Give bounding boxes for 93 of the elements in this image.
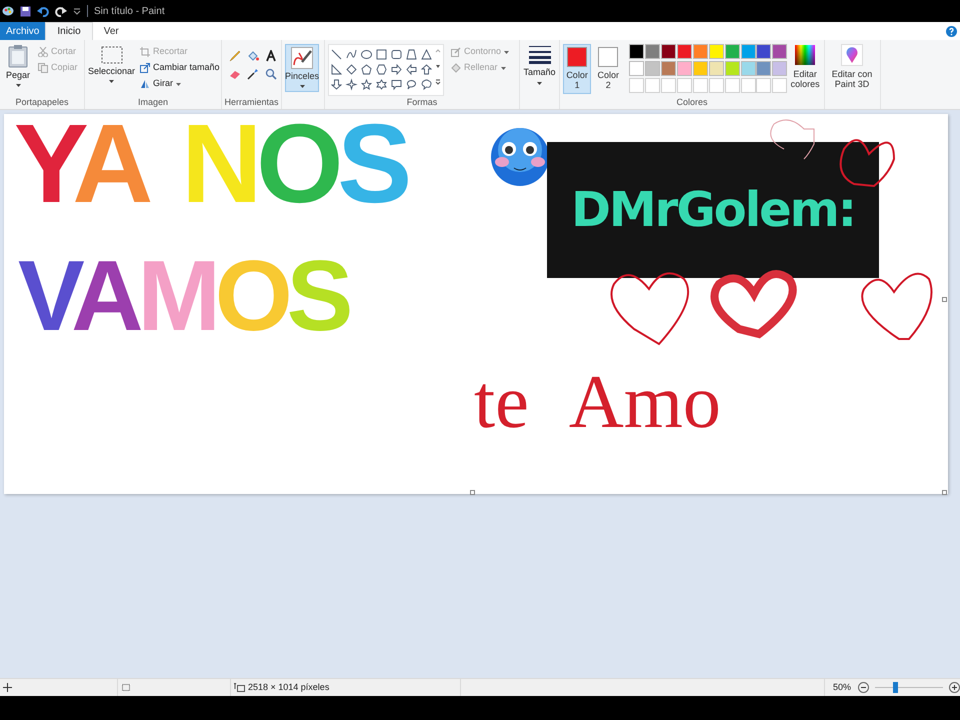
selection-rectangle-icon xyxy=(100,46,123,64)
painted-word: NOS xyxy=(181,114,406,220)
paint-drop-icon xyxy=(841,44,863,66)
zoom-out-icon[interactable] xyxy=(858,682,869,693)
painted-word: YA xyxy=(14,114,148,220)
group-label: Herramientas xyxy=(223,96,280,109)
resize-handle[interactable] xyxy=(470,490,475,495)
rotate-button[interactable]: Girar xyxy=(138,76,222,92)
resize-handle[interactable] xyxy=(942,490,947,495)
zoom-level: 50% xyxy=(833,680,852,694)
shapes-gallery[interactable] xyxy=(328,44,444,96)
canvas-size-icon xyxy=(234,683,245,692)
color-spectrum-icon xyxy=(794,44,816,66)
brushes-button[interactable]: Pinceles xyxy=(285,44,319,92)
resize-icon xyxy=(140,63,150,73)
palette-color[interactable] xyxy=(740,61,756,76)
caret-icon xyxy=(504,50,510,54)
paste-button[interactable]: Pegar xyxy=(3,44,33,86)
caret-icon xyxy=(109,80,114,82)
palette-color[interactable] xyxy=(756,61,772,76)
palette-color[interactable] xyxy=(629,44,644,59)
palette-color[interactable] xyxy=(756,44,772,59)
caret-icon xyxy=(16,84,20,86)
select-button[interactable]: Seleccionar xyxy=(88,44,136,82)
palette-color[interactable] xyxy=(692,61,708,76)
rotate-icon xyxy=(140,79,150,89)
palette-color[interactable] xyxy=(661,44,676,59)
zoom-in-icon[interactable] xyxy=(949,682,960,693)
canvas-dimensions: 2518 × 1014 píxeles xyxy=(248,680,330,694)
caret-icon xyxy=(537,82,542,84)
outline-pen-icon xyxy=(451,47,461,57)
edit-colors-button[interactable]: Editar colores xyxy=(789,44,822,89)
eyedropper-icon[interactable] xyxy=(247,68,259,80)
ribbon-tab[interactable]: Inicio xyxy=(45,22,93,40)
group-label: Portapapeles xyxy=(14,96,70,109)
brush-icon xyxy=(291,47,313,69)
palette-color[interactable] xyxy=(724,44,740,59)
group-label: Formas xyxy=(406,96,438,109)
paint-palette-icon[interactable] xyxy=(2,5,14,17)
palette-color[interactable] xyxy=(676,61,692,76)
clipboard-icon xyxy=(8,44,28,68)
size-button[interactable]: Tamaño xyxy=(523,44,556,84)
painted-word: VAMOS xyxy=(18,246,348,346)
redo-icon[interactable] xyxy=(55,6,67,16)
text-tool-icon[interactable] xyxy=(265,50,277,62)
window-title: Sin título - Paint xyxy=(94,4,165,18)
painted-word: te xyxy=(474,364,529,440)
banner-text: DMrGolem: xyxy=(571,181,855,240)
palette-color[interactable] xyxy=(661,61,676,76)
cursor-position-icon xyxy=(3,683,12,692)
palette-color[interactable] xyxy=(645,44,660,59)
group-label: Imagen xyxy=(136,96,170,109)
blushing-smiley-drawing xyxy=(490,126,550,188)
caret-icon xyxy=(176,82,182,86)
palette-color[interactable] xyxy=(676,44,692,59)
palette-color[interactable] xyxy=(708,44,724,59)
fill-bucket-icon xyxy=(451,63,461,73)
resize-button[interactable]: Cambiar tamaño xyxy=(138,60,222,76)
caret-icon xyxy=(300,84,304,88)
color-slot-button[interactable]: Color 1 xyxy=(563,44,592,94)
file-menu-tab[interactable]: Archivo xyxy=(0,22,46,40)
palette-color[interactable] xyxy=(772,44,788,59)
pencil-icon[interactable] xyxy=(229,50,241,62)
painted-word: Amo xyxy=(568,364,721,440)
drawing-canvas[interactable]: YA NOS VAMOS DMrGolem: te Amo xyxy=(4,114,948,494)
palette-color[interactable] xyxy=(708,61,724,76)
group-label: Colores xyxy=(675,96,708,109)
magnifier-icon[interactable] xyxy=(265,68,277,80)
ribbon-tab[interactable]: Ver xyxy=(92,22,130,40)
resize-handle[interactable] xyxy=(942,297,947,302)
save-icon[interactable] xyxy=(20,6,31,16)
scissors-icon xyxy=(38,47,48,57)
color-slot-button[interactable]: Color 2 xyxy=(594,44,622,94)
gallery-scroll-icon[interactable] xyxy=(435,47,441,87)
palette-color[interactable] xyxy=(629,61,644,76)
copy-icon xyxy=(38,63,48,73)
line-width-icon xyxy=(528,44,552,64)
zoom-slider[interactable] xyxy=(874,682,943,693)
crop-icon xyxy=(140,47,150,57)
help-icon[interactable] xyxy=(946,26,957,37)
selection-size-icon xyxy=(121,683,131,692)
palette-color[interactable] xyxy=(724,61,740,76)
slider-thumb[interactable] xyxy=(893,682,898,693)
eraser-icon[interactable] xyxy=(229,68,241,80)
palette-color[interactable] xyxy=(772,61,788,76)
palette-color[interactable] xyxy=(740,44,756,59)
palette-color[interactable] xyxy=(692,44,708,59)
paint-bucket-icon[interactable] xyxy=(247,50,259,62)
paint-3d-button[interactable]: Editar con Paint 3D xyxy=(828,44,876,89)
customize-caret-icon[interactable] xyxy=(73,7,81,15)
palette-color[interactable] xyxy=(645,61,660,76)
caret-icon xyxy=(500,66,506,70)
undo-icon[interactable] xyxy=(37,6,49,16)
